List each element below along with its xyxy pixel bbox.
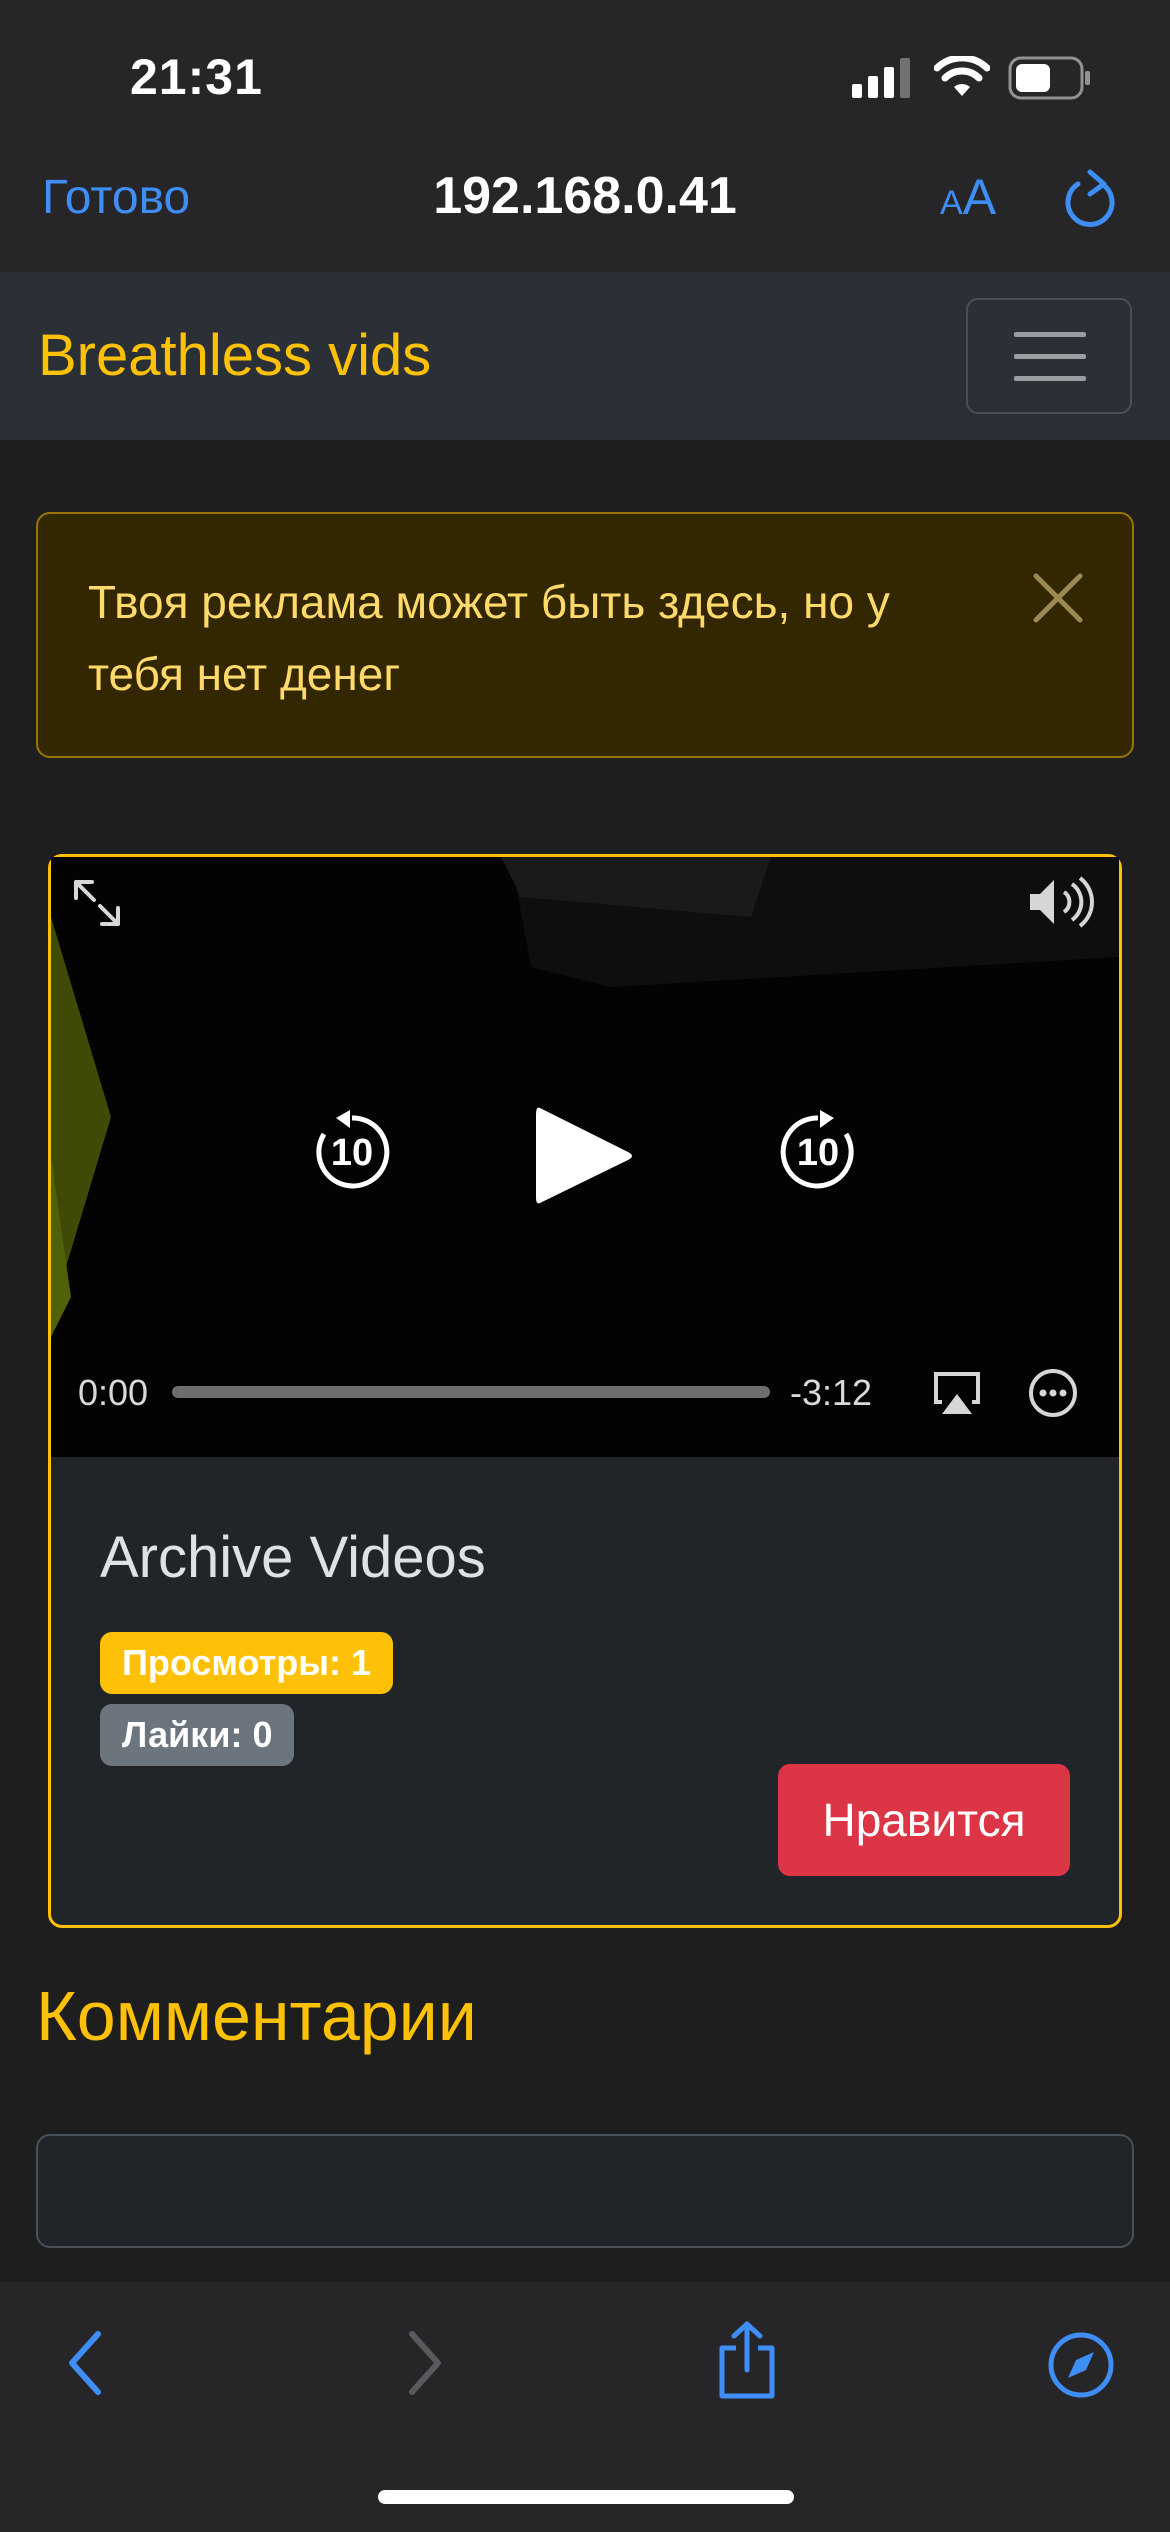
hamburger-icon-line xyxy=(1014,376,1086,381)
skip-back-label: 10 xyxy=(330,1132,374,1174)
airplay-icon[interactable] xyxy=(932,1370,982,1416)
site-brand[interactable]: Breathless vids xyxy=(38,322,431,389)
text-size-small-label: A xyxy=(940,184,963,222)
play-icon[interactable] xyxy=(530,1100,640,1212)
more-options-icon[interactable] xyxy=(1028,1368,1078,1418)
reload-icon[interactable] xyxy=(1062,168,1118,230)
volume-icon[interactable] xyxy=(1026,874,1096,930)
skip-forward-label: 10 xyxy=(796,1132,840,1174)
progress-bar[interactable] xyxy=(172,1386,770,1398)
likes-badge: Лайки: 0 xyxy=(100,1704,295,1766)
fullscreen-icon[interactable] xyxy=(72,878,122,928)
hamburger-icon-line xyxy=(1014,354,1086,359)
like-button[interactable]: Нравится xyxy=(778,1764,1070,1876)
views-badge: Просмотры: 1 xyxy=(100,1632,394,1694)
forward-arrow-icon[interactable] xyxy=(404,2330,444,2396)
skip-back-button[interactable]: 10 xyxy=(310,1110,394,1194)
navbar-toggler-button[interactable] xyxy=(966,298,1132,414)
cellular-signal-icon xyxy=(852,58,910,98)
battery-icon xyxy=(1008,56,1090,100)
comments-heading: Комментарии xyxy=(36,1977,477,2055)
close-icon[interactable] xyxy=(1032,572,1084,624)
home-indicator xyxy=(378,2490,794,2504)
skip-forward-button[interactable]: 10 xyxy=(776,1110,860,1194)
text-size-large-label: A xyxy=(962,169,997,225)
text-size-button[interactable]: AA xyxy=(940,168,996,226)
remaining-time: -3:12 xyxy=(790,1372,873,1413)
comment-input[interactable] xyxy=(36,2134,1134,2248)
current-time: 0:00 xyxy=(78,1372,149,1413)
video-title: Archive Videos xyxy=(100,1525,486,1590)
share-icon[interactable] xyxy=(716,2320,778,2400)
alert-message: Твоя реклама может быть здесь, но у тебя… xyxy=(88,576,890,700)
compass-icon[interactable] xyxy=(1046,2330,1116,2400)
wifi-icon xyxy=(934,56,990,96)
hamburger-icon xyxy=(1014,332,1086,337)
status-time: 21:31 xyxy=(130,49,263,105)
back-arrow-icon[interactable] xyxy=(66,2330,106,2396)
